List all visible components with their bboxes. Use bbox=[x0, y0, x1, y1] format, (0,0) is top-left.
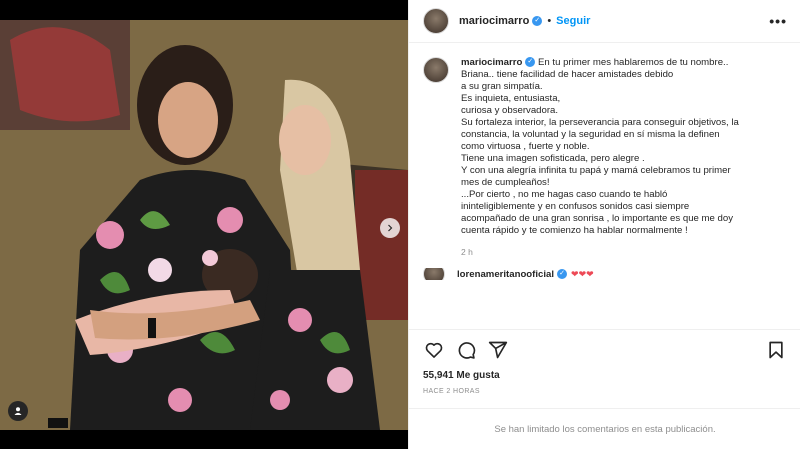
user-tag-button[interactable] bbox=[8, 401, 28, 421]
user-tag-icon bbox=[14, 407, 22, 415]
comments-area: mariocimarro ✓ En tu primer mes hablaremo… bbox=[409, 43, 800, 329]
post-username[interactable]: mariocimarro bbox=[459, 15, 529, 27]
post-header: mariocimarro ✓ • Seguir ••• bbox=[409, 0, 800, 43]
comments-limited-notice: Se han limitado los comentarios en esta … bbox=[409, 408, 800, 449]
share-icon bbox=[488, 341, 508, 359]
post-time[interactable]: HACE 2 HORAS bbox=[409, 388, 800, 408]
caption-paragraph: mariocimarro ✓ En tu primer mes hablaremo… bbox=[461, 57, 787, 237]
comment-avatar[interactable] bbox=[423, 268, 445, 280]
comment-button[interactable] bbox=[455, 339, 477, 361]
photo-illustration bbox=[0, 20, 408, 430]
separator-dot: • bbox=[547, 15, 552, 27]
comment-row: lorenameritanooficial ✓ ❤❤❤ bbox=[423, 268, 787, 280]
chevron-right-icon bbox=[388, 224, 393, 232]
verified-icon: ✓ bbox=[525, 57, 536, 68]
caption: mariocimarro ✓ En tu primer mes hablaremo… bbox=[423, 57, 787, 258]
action-bar bbox=[409, 329, 800, 370]
caption-time: 2 h bbox=[461, 247, 473, 257]
comment-text: ❤❤❤ bbox=[571, 268, 594, 279]
verified-icon: ✓ bbox=[532, 16, 543, 26]
more-icon[interactable]: ••• bbox=[769, 13, 787, 29]
save-button[interactable] bbox=[765, 339, 787, 361]
caption-body: mariocimarro ✓ En tu primer mes hablaremo… bbox=[461, 57, 787, 258]
post-modal: mariocimarro ✓ • Seguir ••• mariocimarro… bbox=[0, 0, 800, 449]
share-button[interactable] bbox=[487, 339, 509, 361]
carousel-next-button[interactable] bbox=[380, 218, 400, 238]
post-photo[interactable] bbox=[0, 20, 408, 430]
like-button[interactable] bbox=[423, 339, 445, 361]
caption-username[interactable]: mariocimarro bbox=[461, 57, 522, 68]
follow-button[interactable]: Seguir bbox=[556, 15, 590, 27]
comment-username[interactable]: lorenameritanooficial bbox=[457, 269, 554, 280]
photo-panel bbox=[0, 0, 408, 449]
post-side-panel: mariocimarro ✓ • Seguir ••• mariocimarro… bbox=[408, 0, 800, 449]
heart-icon bbox=[425, 342, 443, 358]
bookmark-icon bbox=[769, 341, 783, 359]
verified-icon: ✓ bbox=[557, 269, 568, 279]
likes-count[interactable]: 55,941 Me gusta bbox=[409, 370, 800, 388]
caption-text: En tu primer mes hablaremos de tu nombre… bbox=[461, 57, 739, 236]
avatar[interactable] bbox=[423, 8, 449, 34]
comment-icon bbox=[458, 342, 476, 359]
caption-avatar[interactable] bbox=[423, 57, 449, 83]
